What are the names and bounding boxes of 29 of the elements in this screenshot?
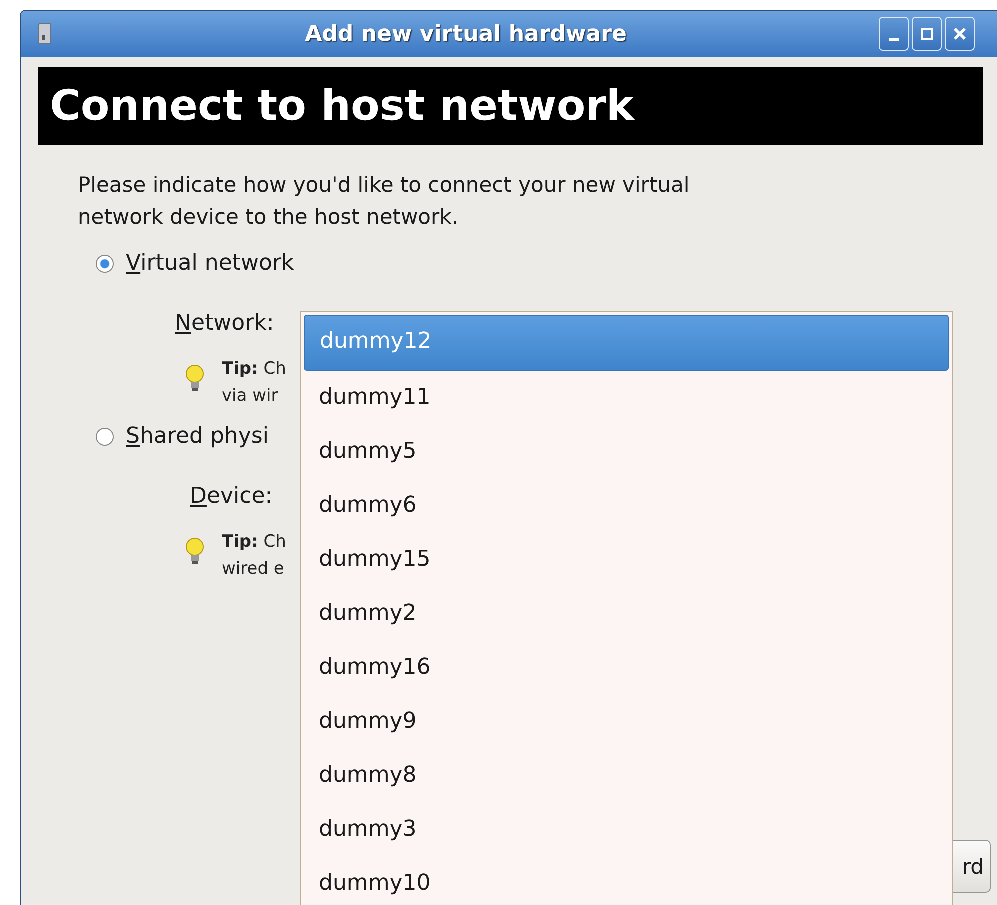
dropdown-item[interactable]: dummy9 [304,695,949,749]
dropdown-item[interactable]: dummy16 [304,641,949,695]
radio-label[interactable]: Virtual network [126,251,294,276]
maximize-button[interactable] [912,17,942,51]
dropdown-item[interactable]: dummy6 [304,479,949,533]
dropdown-item[interactable]: dummy5 [304,425,949,479]
field-label: Device: [190,484,273,508]
close-button[interactable] [945,17,975,51]
lightbulb-icon [185,364,205,394]
dropdown-item[interactable]: dummy11 [304,371,949,425]
minimize-icon [889,38,899,40]
dropdown-item[interactable]: dummy15 [304,533,949,587]
minimize-button[interactable] [879,17,909,51]
radio-label[interactable]: Shared physi [126,424,269,449]
intro-text: Please indicate how you'd like to connect your new virtual network device to the host network. [78,172,691,231]
field-label: Network: [175,310,274,336]
radio-button[interactable] [96,428,114,446]
page-heading: Connect to host network [38,67,983,145]
dropdown-item[interactable]: dummy2 [304,587,949,641]
tip-text: wired e [222,558,286,581]
lightbulb-icon [185,537,205,567]
radio-button[interactable] [96,254,114,272]
tip-text: Tip: Ch [222,358,286,381]
tip-text: Tip: Ch [222,531,286,554]
window-title: Add new virtual hardware [304,22,628,46]
dropdown-item[interactable]: dummy8 [304,749,949,803]
maximize-icon [920,27,934,41]
close-icon [953,27,967,41]
tip-text: via wir [222,385,280,408]
